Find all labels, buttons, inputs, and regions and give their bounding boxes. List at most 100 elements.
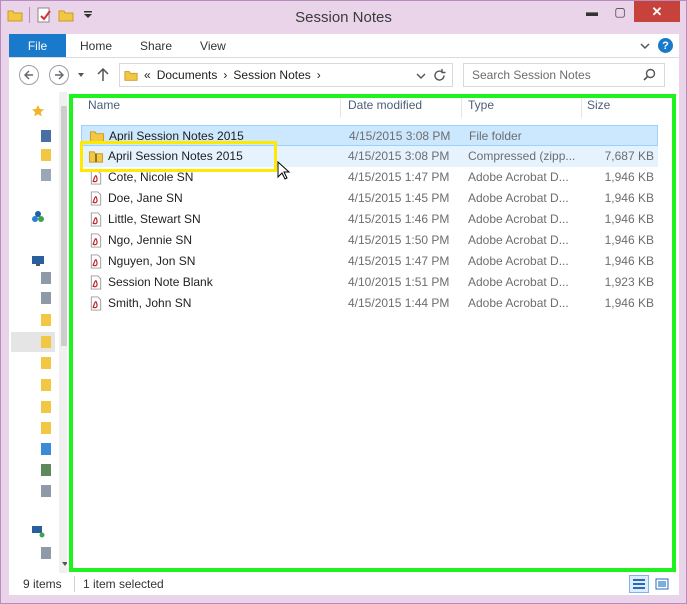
column-divider[interactable] bbox=[340, 96, 341, 118]
file-type: File folder bbox=[469, 129, 522, 143]
file-size: 1,946 KB bbox=[604, 170, 654, 184]
expand-ribbon-icon[interactable] bbox=[640, 41, 650, 51]
videos-folder-icon[interactable] bbox=[41, 464, 51, 476]
column-header-size[interactable]: Size bbox=[587, 98, 610, 118]
title-bar: Session Notes ▬ ▢ ✕ bbox=[1, 1, 686, 33]
back-arrow-icon bbox=[24, 70, 33, 80]
table-row[interactable]: Doe, Jane SN 4/15/2015 1:45 PM Adobe Acrob… bbox=[81, 188, 658, 209]
column-header-name[interactable]: Name bbox=[88, 98, 120, 118]
tab-file[interactable]: File bbox=[9, 34, 66, 57]
downloads-folder-icon[interactable] bbox=[41, 149, 51, 161]
file-date: 4/15/2015 3:08 PM bbox=[348, 149, 450, 163]
help-icon[interactable]: ? bbox=[658, 38, 673, 53]
recent-places-icon[interactable] bbox=[41, 169, 51, 181]
folder-icon bbox=[89, 131, 105, 143]
file-name[interactable]: April Session Notes 2015 bbox=[109, 129, 244, 143]
minimize-button[interactable]: ▬ bbox=[578, 1, 606, 22]
folder-icon[interactable] bbox=[41, 422, 51, 434]
selection-count: 1 item selected bbox=[83, 577, 164, 591]
mouse-cursor-icon bbox=[277, 161, 291, 180]
address-bar[interactable]: « Documents › Session Notes › bbox=[119, 63, 453, 87]
back-button[interactable] bbox=[19, 65, 39, 85]
folder-icon[interactable] bbox=[41, 357, 51, 369]
column-header-type[interactable]: Type bbox=[468, 98, 494, 118]
file-name[interactable]: Little, Stewart SN bbox=[108, 212, 201, 226]
window-controls: ▬ ▢ ✕ bbox=[578, 1, 680, 22]
chevron-right-icon[interactable]: › bbox=[317, 68, 321, 82]
folder-icon[interactable] bbox=[41, 314, 51, 326]
file-size: 1,946 KB bbox=[604, 254, 654, 268]
desktop-icon[interactable] bbox=[41, 130, 51, 142]
large-icons-view-icon bbox=[655, 578, 669, 590]
breadcrumb-documents[interactable]: Documents bbox=[157, 68, 218, 82]
network-icon[interactable] bbox=[31, 524, 45, 538]
up-arrow-icon[interactable] bbox=[97, 68, 109, 82]
breadcrumb-overflow[interactable]: « bbox=[144, 68, 151, 82]
pdf-icon bbox=[90, 296, 102, 311]
explorer-window: Session Notes ▬ ▢ ✕ File Home Share View… bbox=[0, 0, 687, 604]
tab-share[interactable]: Share bbox=[126, 34, 186, 57]
file-size: 1,923 KB bbox=[604, 275, 654, 289]
status-divider bbox=[74, 576, 75, 592]
close-button[interactable]: ✕ bbox=[634, 1, 680, 22]
column-divider[interactable] bbox=[581, 96, 582, 118]
pdf-icon bbox=[90, 233, 102, 248]
search-icon[interactable] bbox=[643, 68, 656, 81]
local-disk-icon[interactable] bbox=[41, 485, 51, 497]
file-date: 4/15/2015 1:44 PM bbox=[348, 296, 450, 310]
file-name[interactable]: Nguyen, Jon SN bbox=[108, 254, 195, 268]
folder-icon bbox=[124, 71, 138, 81]
recent-locations-icon[interactable] bbox=[77, 71, 85, 79]
file-type: Adobe Acrobat D... bbox=[468, 233, 569, 247]
file-name[interactable]: April Session Notes 2015 bbox=[108, 149, 243, 163]
refresh-icon[interactable] bbox=[433, 69, 446, 82]
drive-icon[interactable] bbox=[41, 292, 51, 304]
file-name[interactable]: Ngo, Jennie SN bbox=[108, 233, 192, 247]
folder-icon[interactable] bbox=[41, 401, 51, 413]
tab-home[interactable]: Home bbox=[66, 34, 126, 57]
file-type: Compressed (zipp... bbox=[468, 149, 576, 163]
table-row[interactable]: Nguyen, Jon SN 4/15/2015 1:47 PM Adobe Acr… bbox=[81, 251, 658, 272]
address-dropdown-icon[interactable] bbox=[416, 72, 426, 80]
column-header-date[interactable]: Date modified bbox=[348, 98, 422, 118]
table-row[interactable]: Ngo, Jennie SN 4/15/2015 1:50 PM Adobe Acr… bbox=[81, 230, 658, 251]
pictures-folder-icon[interactable] bbox=[41, 443, 51, 455]
large-icons-view-button[interactable] bbox=[652, 575, 672, 593]
table-row[interactable]: April Session Notes 2015 4/15/2015 3:08 P… bbox=[81, 146, 658, 167]
search-input[interactable]: Search Session Notes bbox=[463, 63, 665, 87]
address-row: « Documents › Session Notes › Search Ses… bbox=[9, 58, 679, 92]
homegroup-icon[interactable] bbox=[31, 210, 45, 224]
breadcrumb-session-notes[interactable]: Session Notes bbox=[233, 68, 310, 82]
file-date: 4/15/2015 1:46 PM bbox=[348, 212, 450, 226]
desktop-shortcut-icon[interactable] bbox=[41, 272, 51, 284]
file-date: 4/15/2015 3:08 PM bbox=[349, 129, 451, 143]
file-name[interactable]: Smith, John SN bbox=[108, 296, 191, 310]
table-row[interactable]: Session Note Blank 4/10/2015 1:51 PM Adobe… bbox=[81, 272, 658, 293]
file-name[interactable]: Cote, Nicole SN bbox=[108, 170, 193, 184]
table-row[interactable]: Cote, Nicole SN 4/15/2015 1:47 PM Adobe Ac… bbox=[81, 167, 658, 188]
forward-arrow-icon bbox=[55, 70, 64, 80]
file-name[interactable]: Doe, Jane SN bbox=[108, 191, 183, 205]
file-date: 4/10/2015 1:51 PM bbox=[348, 275, 450, 289]
file-list[interactable]: Name Date modified Type Size April Sessi… bbox=[67, 92, 679, 573]
table-row[interactable]: Little, Stewart SN 4/15/2015 1:46 PM Adobe… bbox=[81, 209, 658, 230]
navigation-pane[interactable] bbox=[9, 92, 71, 573]
table-row[interactable]: Smith, John SN 4/15/2015 1:44 PM Adobe Acr… bbox=[81, 293, 658, 314]
table-row[interactable]: April Session Notes 2015 4/15/2015 3:08 P… bbox=[81, 125, 658, 146]
tab-view[interactable]: View bbox=[186, 34, 240, 57]
pdf-icon bbox=[90, 191, 102, 206]
maximize-button[interactable]: ▢ bbox=[606, 1, 634, 22]
file-size: 1,946 KB bbox=[604, 233, 654, 247]
file-name[interactable]: Session Note Blank bbox=[108, 275, 213, 289]
chevron-right-icon[interactable]: › bbox=[223, 68, 227, 82]
details-view-button[interactable] bbox=[629, 575, 649, 593]
folder-icon[interactable] bbox=[41, 379, 51, 391]
ribbon-right-controls: ? bbox=[640, 38, 673, 53]
documents-folder-icon[interactable] bbox=[41, 336, 51, 348]
network-computer-icon[interactable] bbox=[41, 547, 51, 559]
this-pc-icon[interactable] bbox=[31, 255, 45, 267]
column-divider[interactable] bbox=[461, 96, 462, 118]
forward-button[interactable] bbox=[49, 65, 69, 85]
pdf-icon bbox=[90, 275, 102, 290]
favorites-star-icon[interactable] bbox=[31, 104, 45, 118]
